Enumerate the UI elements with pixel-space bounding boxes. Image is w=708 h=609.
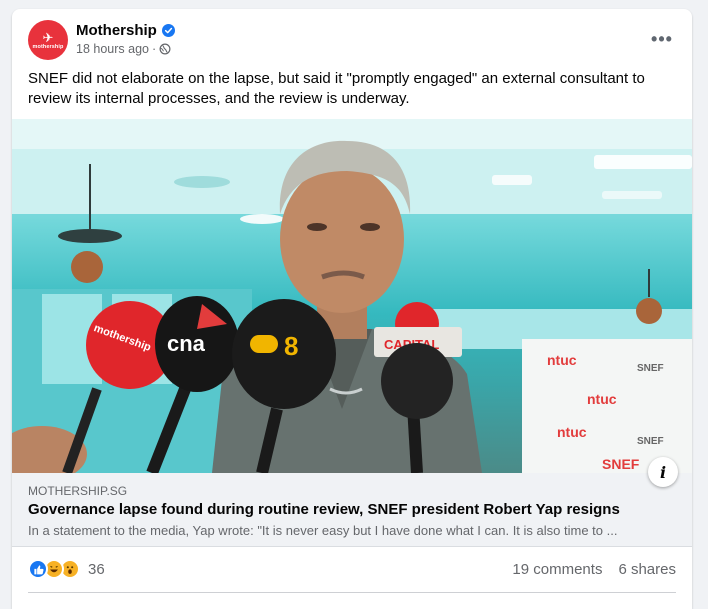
post-stats: 19 comments 6 shares	[512, 561, 676, 578]
footer-divider	[28, 592, 676, 593]
backdrop-label: ntuc	[547, 352, 577, 368]
link-preview[interactable]: MOTHERSHIP.SG Governance lapse found dur…	[12, 473, 692, 547]
reaction-count[interactable]: 36	[88, 561, 105, 578]
page-name[interactable]: Mothership	[76, 22, 175, 39]
globe-icon	[159, 43, 171, 55]
shares-count[interactable]: 6 shares	[618, 561, 676, 578]
post-image[interactable]: ntuc SNEF ntuc SNEF ntuc SNEF mothership…	[12, 119, 692, 473]
avatar-logo-text: mothership	[32, 44, 64, 50]
verified-badge-icon	[161, 24, 175, 37]
backdrop-label: SNEF	[637, 436, 664, 447]
backdrop-label: ntuc	[557, 424, 587, 440]
post-header: ✈ mothership Mothership 18 hours ago · •…	[12, 9, 692, 67]
mothership-logo-icon: ✈	[42, 30, 54, 45]
mic-label-cna: cna	[167, 331, 206, 356]
meta-separator: ·	[151, 42, 157, 56]
backdrop-label: SNEF	[602, 456, 640, 472]
backdrop-label: ntuc	[587, 391, 617, 407]
timestamp[interactable]: 18 hours ago	[76, 42, 149, 56]
comments-count[interactable]: 19 comments	[512, 561, 602, 578]
link-domain: MOTHERSHIP.SG	[28, 484, 128, 498]
more-options-icon[interactable]: •••	[646, 25, 678, 53]
avatar[interactable]: ✈ mothership	[28, 20, 68, 60]
reactions-summary[interactable]: 36	[28, 559, 105, 579]
post-text: SNEF did not elaborate on the lapse, but…	[28, 70, 645, 107]
info-icon[interactable]: i	[648, 457, 678, 487]
link-title[interactable]: Governance lapse found during routine re…	[28, 501, 678, 518]
link-description: In a statement to the media, Yap wrote: …	[28, 523, 618, 538]
backdrop-label: SNEF	[637, 363, 664, 374]
photo-illustration: ntuc SNEF ntuc SNEF ntuc SNEF mothership…	[12, 119, 692, 473]
post-card: ✈ mothership Mothership 18 hours ago · •…	[12, 9, 692, 609]
post-footer: 36 19 comments 6 shares	[12, 547, 692, 593]
post-meta: 18 hours ago ·	[76, 42, 171, 56]
page-name-label[interactable]: Mothership	[76, 22, 157, 39]
mic-label-ch8: 8	[284, 331, 298, 361]
like-reaction-icon	[28, 559, 48, 579]
